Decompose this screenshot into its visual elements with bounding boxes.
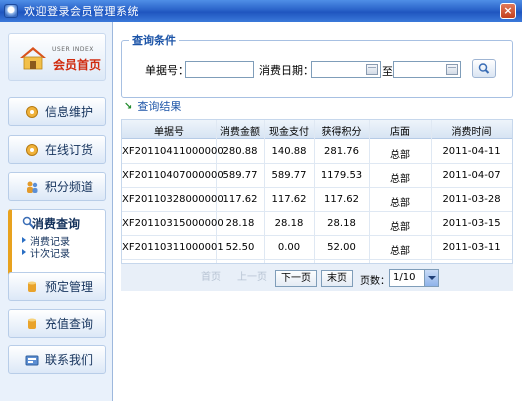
- cell-receipt: XF20110311000001: [122, 242, 224, 253]
- prev-page-button[interactable]: 上一页: [235, 270, 269, 287]
- column-header: 消费金额: [220, 127, 260, 138]
- table-row[interactable]: XF20110311000001 52.50 0.00 52.00 总部 201…: [122, 236, 512, 260]
- receipt-label: 单据号：: [145, 64, 189, 77]
- cell-receipt: XF20110411000000: [122, 146, 224, 157]
- cell-receipt: XF20110315000000: [122, 218, 224, 229]
- search-button[interactable]: [472, 59, 496, 78]
- column-header: 单据号: [154, 127, 184, 138]
- cell-points: 52.00: [327, 242, 356, 253]
- sidebar-item-order[interactable]: 在线订货: [8, 135, 106, 164]
- last-page-button[interactable]: 末页: [321, 270, 353, 287]
- cell-cash: 117.62: [271, 194, 307, 205]
- home-tile[interactable]: USER INDEX 会员首页: [8, 33, 106, 81]
- cell-amount: 280.88: [222, 146, 258, 157]
- column-header: 获得积分: [321, 127, 362, 138]
- close-button[interactable]: ×: [500, 3, 516, 19]
- cell-date: 2011-03-15: [442, 218, 501, 229]
- cell-cash: 28.18: [274, 218, 304, 229]
- cell-date: 2011-03-28: [442, 194, 501, 205]
- sidebar-item-label: 积分频道: [45, 180, 94, 194]
- cylinder-icon: [25, 280, 39, 294]
- page-select-value: 1/10: [393, 272, 416, 283]
- sidebar-subitem-count-records[interactable]: 计次记录: [30, 245, 70, 260]
- cylinder-icon: [25, 317, 39, 331]
- cell-points: 1179.53: [320, 170, 363, 181]
- arrow-icon: ↘: [124, 100, 133, 112]
- window-title: 欢迎登录会员管理系统: [24, 5, 139, 18]
- cell-receipt: XF20110407000000: [122, 170, 224, 181]
- contact-icon: [25, 353, 39, 367]
- receipt-input[interactable]: [185, 61, 254, 78]
- table-row[interactable]: XF20110328000000 117.62 117.62 117.62 总部…: [122, 188, 512, 212]
- cell-points: 117.62: [324, 194, 359, 205]
- cell-cash: 0.00: [277, 242, 301, 253]
- date-from-input[interactable]: [311, 61, 381, 78]
- sidebar-item-contact[interactable]: 联系我们: [8, 345, 106, 374]
- cell-amount: 117.62: [222, 194, 258, 205]
- sidebar-item-label: 联系我们: [45, 353, 94, 367]
- sidebar-item-points[interactable]: 积分频道: [8, 172, 106, 201]
- cell-store: 总部: [390, 150, 410, 161]
- search-icon: [478, 63, 490, 74]
- column-header: 消费时间: [451, 127, 492, 138]
- cell-receipt: XF20110328000000: [122, 194, 224, 205]
- bullet-icon: [22, 237, 26, 243]
- calendar-icon[interactable]: [446, 64, 458, 75]
- home-tile-eng-label: USER INDEX: [52, 46, 94, 53]
- table-row[interactable]: XF20110315000000 28.18 28.18 28.18 总部 20…: [122, 212, 512, 236]
- cell-amount: 52.50: [225, 242, 255, 253]
- bullet-icon: [22, 249, 26, 255]
- cell-date: 2011-04-11: [442, 146, 501, 157]
- results-title-label: 查询结果: [137, 100, 182, 113]
- table-header: 单据号 消费金额 现金支付 获得积分 店面 消费时间: [122, 120, 512, 139]
- pages-label: 页数：: [360, 276, 390, 287]
- home-tile-label: 会员首页: [53, 58, 102, 72]
- sidebar-item-label: 预定管理: [45, 280, 94, 294]
- cell-store: 总部: [390, 198, 410, 209]
- calendar-icon[interactable]: [366, 64, 378, 75]
- cell-points: 281.76: [324, 146, 359, 157]
- cell-date: 2011-04-07: [442, 170, 501, 181]
- search-fieldset: 查询条件 单据号： 消费日期： 至: [121, 32, 513, 98]
- app-icon: [4, 4, 18, 18]
- table-row[interactable]: XF20110411000000 280.88 140.88 281.76 总部…: [122, 140, 512, 164]
- sidebar-item-info[interactable]: 信息维护: [8, 97, 106, 126]
- sidebar-item-label: 充值查询: [45, 317, 94, 331]
- gear-icon: [25, 105, 39, 119]
- cell-date: 2011-03-11: [442, 242, 501, 253]
- cell-points: 28.18: [327, 218, 356, 229]
- main-content: 查询条件 单据号： 消费日期： 至 ↘ 查询结果 单据号 消费金额 现金支付 获…: [114, 22, 522, 401]
- cell-store: 总部: [390, 174, 410, 185]
- sidebar-item-recharge[interactable]: 充值查询: [8, 309, 106, 338]
- sidebar: USER INDEX 会员首页 信息维护 在线订货 积分频道 消费查询 消费记录…: [0, 22, 113, 401]
- sidebar-item-label: 消费查询: [32, 217, 81, 231]
- sidebar-item-label: 在线订货: [45, 143, 94, 157]
- next-page-button[interactable]: 下一页: [275, 270, 317, 287]
- search-legend: 查询条件: [129, 32, 179, 48]
- date-separator: 至: [382, 65, 393, 78]
- house-icon: [20, 47, 46, 70]
- table-row[interactable]: XF20110407000000 589.77 589.77 1179.53 总…: [122, 164, 512, 188]
- cell-cash: 140.88: [271, 146, 307, 157]
- people-icon: [25, 180, 39, 194]
- column-header: 现金支付: [269, 127, 309, 138]
- date-to-input[interactable]: [393, 61, 461, 78]
- sidebar-item-reservation[interactable]: 预定管理: [8, 272, 106, 301]
- cell-cash: 589.77: [271, 170, 307, 181]
- cell-amount: 28.18: [225, 218, 255, 229]
- cell-store: 总部: [390, 246, 410, 257]
- chevron-down-icon[interactable]: [424, 270, 438, 286]
- cell-store: 总部: [390, 222, 410, 233]
- date-label: 消费日期：: [259, 64, 314, 77]
- sidebar-item-label: 信息维护: [45, 105, 94, 119]
- gear-icon: [25, 143, 39, 157]
- column-header: 店面: [390, 127, 410, 138]
- page-select[interactable]: 1/10: [389, 269, 439, 287]
- first-page-button[interactable]: 首页: [199, 270, 223, 287]
- window-titlebar: 欢迎登录会员管理系统 ×: [0, 0, 522, 22]
- results-title: ↘ 查询结果: [124, 98, 181, 114]
- pagination-bar: 首页 上一页 下一页 末页 页数： 1/10: [121, 263, 513, 291]
- cell-amount: 589.77: [222, 170, 258, 181]
